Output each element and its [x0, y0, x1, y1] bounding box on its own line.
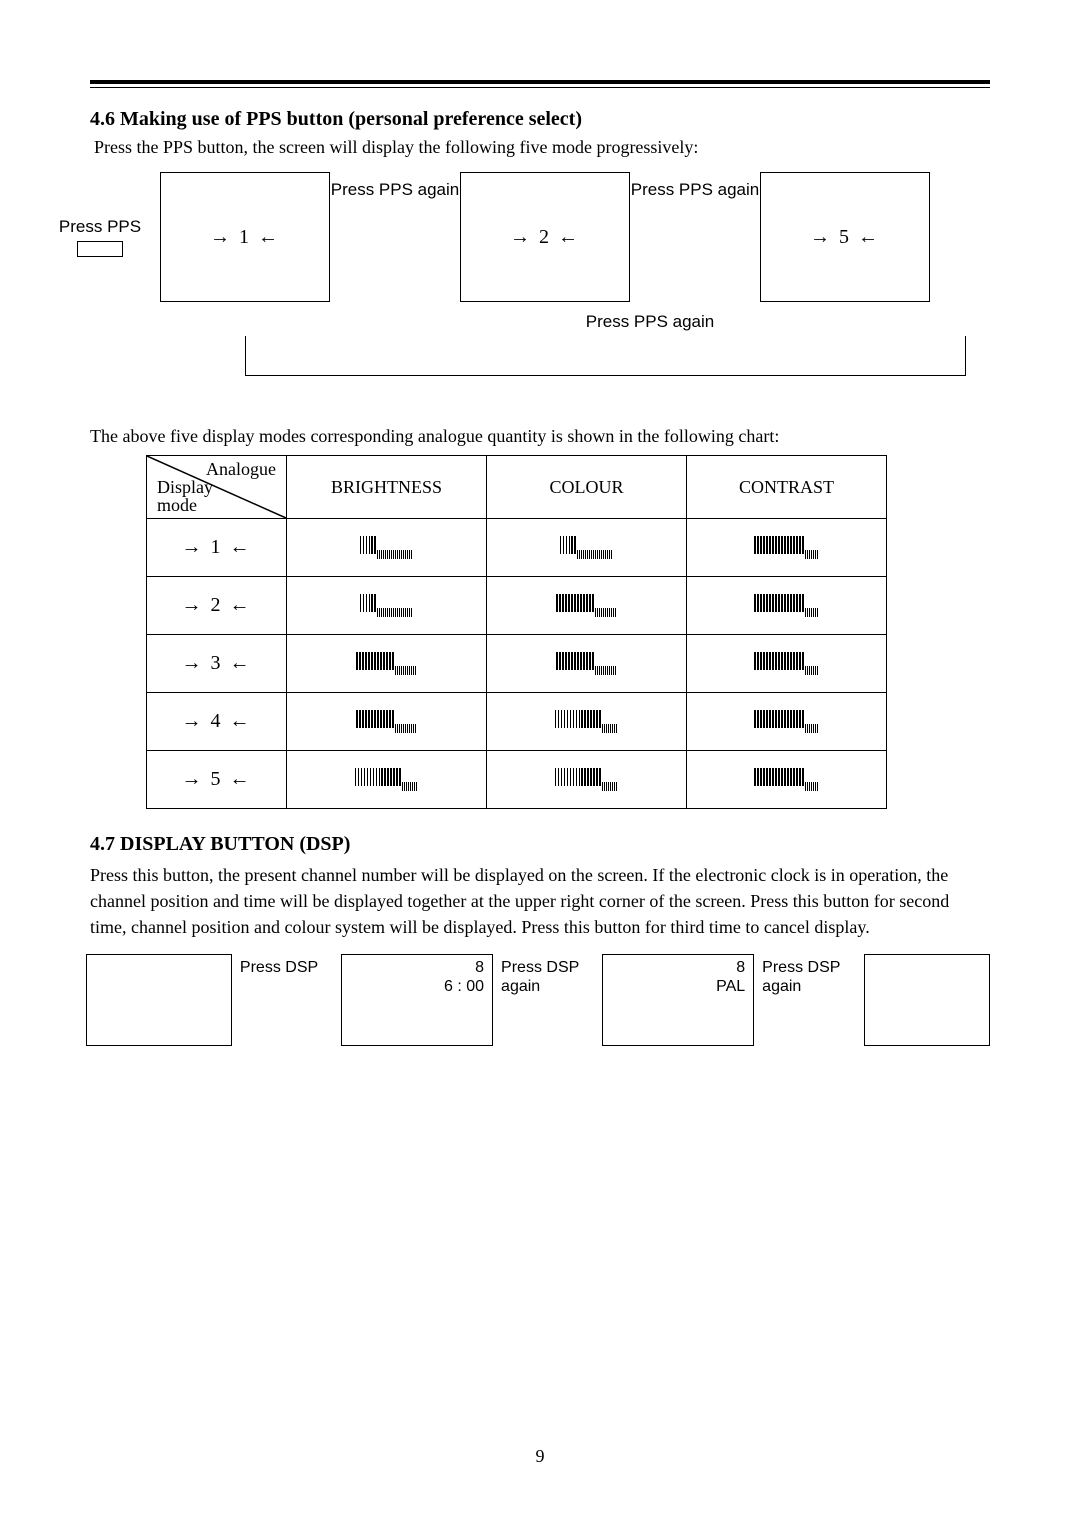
- screen-mode-number: 1: [210, 226, 280, 249]
- level-bar-icon: [556, 652, 617, 675]
- level-bar-icon: [754, 594, 819, 617]
- table-row: 4: [147, 693, 887, 751]
- level-cell: [687, 519, 887, 577]
- diag-label-analogue: Analogue: [155, 460, 278, 478]
- press-pps-label: Press PPS: [40, 217, 160, 257]
- dsp-channel-number: 8: [716, 959, 745, 977]
- level-cell: [687, 693, 887, 751]
- level-bar-icon: [556, 594, 617, 617]
- level-cell: [687, 751, 887, 809]
- table-row: 5: [147, 751, 887, 809]
- pps-loop-back-line: [245, 336, 966, 376]
- table-row: 2: [147, 577, 887, 635]
- screen-mode-number: 2: [510, 226, 580, 249]
- mode-cell: 4: [147, 693, 287, 751]
- dsp-flow-diagram: Press DSP 8 6 : 00 Press DSP again 8 PAL…: [86, 954, 990, 1046]
- chart-header-diagonal: Analogue Display mode: [147, 456, 287, 519]
- pps-screen-2: 2: [460, 172, 630, 302]
- section-4-6-heading: 4.6 Making use of PPS button (personal p…: [90, 108, 990, 131]
- level-cell: [287, 693, 487, 751]
- level-bar-icon: [754, 536, 819, 559]
- mode-cell: 2: [147, 577, 287, 635]
- pps-screen-5: 5: [760, 172, 930, 302]
- mode-cell: 5: [147, 751, 287, 809]
- diag-label-mode: mode: [155, 496, 278, 514]
- press-again-text: Press PPS again: [631, 180, 760, 200]
- level-bar-icon: [754, 710, 819, 733]
- press-pps-again-1: Press PPS again: [330, 172, 460, 302]
- level-bar-icon: [355, 768, 419, 791]
- level-bar-icon: [356, 710, 417, 733]
- level-cell: [287, 751, 487, 809]
- mode-number: 1: [182, 536, 252, 558]
- mode-number: 4: [182, 710, 252, 732]
- press-pps-again-2: Press PPS again: [630, 172, 760, 302]
- level-cell: [487, 693, 687, 751]
- press-dsp-label-1: Press DSP: [240, 954, 333, 977]
- dsp-colour-system: PAL: [716, 978, 745, 996]
- section-4-7-body: Press this button, the present channel n…: [90, 862, 990, 940]
- level-bar-icon: [555, 710, 619, 733]
- mode-number: 5: [182, 768, 252, 790]
- page-top-rule: [90, 80, 990, 88]
- screen-mode-number: 5: [810, 226, 880, 249]
- press-again-text: Press PPS again: [331, 180, 460, 200]
- table-row: 1: [147, 519, 887, 577]
- level-bar-icon: [360, 594, 414, 617]
- mode-cell: 3: [147, 635, 287, 693]
- dsp-channel-number: 8: [444, 959, 484, 977]
- press-dsp-again-label-2: Press DSP again: [762, 954, 855, 996]
- level-bar-icon: [754, 652, 819, 675]
- press-pps-text: Press PPS: [59, 217, 141, 236]
- mode-number: 2: [182, 594, 252, 616]
- dsp-time: 6 : 00: [444, 978, 484, 996]
- level-cell: [687, 577, 887, 635]
- level-cell: [487, 751, 687, 809]
- level-cell: [487, 635, 687, 693]
- mode-number: 3: [182, 652, 252, 674]
- diag-label-display: Display: [155, 478, 278, 496]
- level-cell: [687, 635, 887, 693]
- chart-header-colour: COLOUR: [487, 456, 687, 519]
- level-bar-icon: [360, 536, 414, 559]
- pps-analogue-chart: Analogue Display mode BRIGHTNESS COLOUR …: [146, 455, 887, 809]
- level-cell: [487, 577, 687, 635]
- dsp-screen-channel-system: 8 PAL: [602, 954, 754, 1046]
- chart-body: 1 2 3 4 5: [147, 519, 887, 809]
- section-4-6-intro: Press the PPS button, the screen will di…: [94, 137, 990, 158]
- level-cell: [287, 577, 487, 635]
- level-bar-icon: [356, 652, 417, 675]
- page-number: 9: [90, 1446, 990, 1467]
- pps-screen-1: 1: [160, 172, 330, 302]
- dsp-screen-channel-time: 8 6 : 00: [341, 954, 493, 1046]
- level-bar-icon: [555, 768, 619, 791]
- table-row: 3: [147, 635, 887, 693]
- chart-intro-text: The above five display modes correspondi…: [90, 426, 990, 447]
- press-dsp-again-label-1: Press DSP again: [501, 954, 594, 996]
- level-cell: [287, 635, 487, 693]
- mode-cell: 1: [147, 519, 287, 577]
- level-bar-icon: [754, 768, 819, 791]
- pps-button-icon: [77, 241, 123, 257]
- dsp-screen-blank-1: [86, 954, 232, 1046]
- press-pps-again-bottom: Press PPS again: [310, 312, 990, 332]
- level-bar-icon: [560, 536, 614, 559]
- level-cell: [287, 519, 487, 577]
- chart-header-contrast: CONTRAST: [687, 456, 887, 519]
- dsp-screen-blank-2: [864, 954, 990, 1046]
- chart-header-brightness: BRIGHTNESS: [287, 456, 487, 519]
- pps-flow-diagram: Press PPS 1 Press PPS again 2 Press PPS …: [40, 172, 990, 302]
- level-cell: [487, 519, 687, 577]
- section-4-7-heading: 4.7 DISPLAY BUTTON (DSP): [90, 833, 990, 856]
